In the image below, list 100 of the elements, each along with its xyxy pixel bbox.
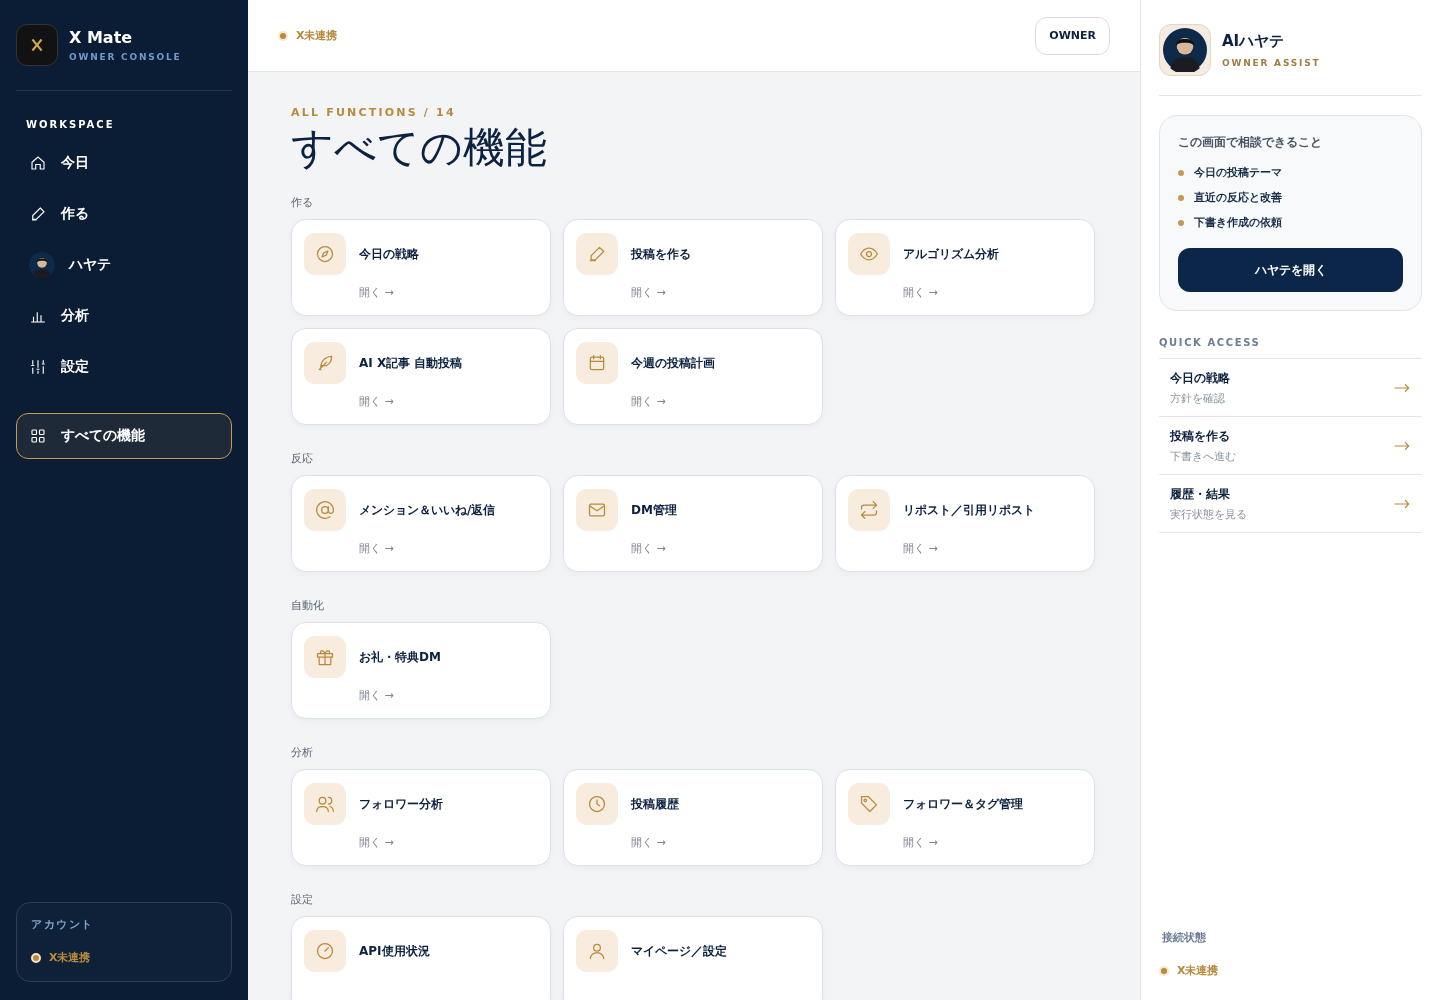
home-icon [29,154,47,172]
status-dot [278,30,288,41]
consult-heading: この画面で相談できること [1178,134,1323,151]
consult-item: 今日の投稿テーマ [1194,165,1282,180]
open-link[interactable]: 開く → [359,835,394,850]
assistant-name: AIハヤテ [1222,32,1286,51]
section-label: 分析 [291,745,314,759]
app-name: X Mate [69,28,134,47]
owner-button[interactable]: OWNER [1035,16,1110,55]
function-card[interactable]: 投稿を作る 開く → [563,219,823,316]
compass-icon [315,244,335,264]
eyebrow-label: ALL FUNCTIONS / 14 [291,106,457,119]
function-card[interactable]: DM管理 開く → [563,475,823,572]
status-dot [31,952,41,963]
function-card[interactable]: AI X記事 自動投稿 開く → [291,328,551,425]
function-card[interactable]: メンション＆いいね/返信 開く → [291,475,551,572]
section-label: 反応 [291,451,314,465]
function-card[interactable]: 今週の投稿計画 開く → [563,328,823,425]
card-title: AI X記事 自動投稿 [359,355,463,372]
card-title: 投稿履歴 [631,796,679,813]
pencil-icon [29,205,47,223]
card-title: 今週の投稿計画 [631,355,715,372]
users-icon [315,794,335,814]
function-card[interactable]: フォロワー＆タグ管理 開く → [835,769,1095,866]
gift-icon [315,647,335,667]
calendar-icon [587,353,607,373]
nav-item[interactable]: 設定 [16,344,232,390]
nav-item[interactable]: 今日 [16,140,232,186]
at-sign-icon [315,500,335,520]
open-link[interactable]: 開く → [903,541,938,556]
item-title: 今日の戦略 [1170,369,1230,387]
function-card[interactable]: アルゴリズム分析 開く → [835,219,1095,316]
open-link[interactable]: 開く → [359,541,394,556]
tag-icon [859,794,879,814]
section-heading: QUICK ACCESS [1159,337,1262,348]
function-card[interactable]: 今日の戦略 開く → [291,219,551,316]
quick-access-item[interactable]: 履歴・結果 実行状態を見る [1159,475,1422,533]
card-title: フォロワー分析 [359,796,443,813]
status-text: X未連携 [1177,963,1219,978]
sliders-icon [29,358,47,376]
function-card[interactable]: お礼・特典DM 開く → [291,622,551,719]
section-heading: WORKSPACE [25,119,116,130]
card-title: アルゴリズム分析 [903,246,999,263]
function-card[interactable]: API使用状況 [291,916,551,1000]
item-title: 投稿を作る [1170,427,1231,445]
nav-item[interactable]: ハヤテ [16,242,232,288]
quick-access-item[interactable]: 今日の戦略 方針を確認 [1159,359,1422,417]
function-card[interactable]: リポスト／引用リポスト 開く → [835,475,1095,572]
open-link[interactable]: 開く → [359,394,394,409]
status-text: X未連携 [296,28,338,43]
nav-item[interactable]: 分析 [16,293,232,339]
open-link[interactable]: 開く → [631,394,666,409]
open-link[interactable]: 開く → [903,835,938,850]
item-title: 履歴・結果 [1170,485,1231,503]
open-link[interactable]: 開く → [631,835,666,850]
card-title: お礼・特典DM [359,649,441,666]
grid-icon [29,427,47,445]
clock-icon [587,794,607,814]
bullet-dot [1178,169,1184,176]
function-card[interactable]: 投稿履歴 開く → [563,769,823,866]
connection-heading: 接続状態 [1161,930,1207,945]
card-title: API使用状況 [359,943,430,960]
item-subtitle: 下書きへ進む [1170,448,1236,464]
open-link[interactable]: 開く → [631,285,666,300]
section-label: 自動化 [291,598,325,612]
consult-item: 下書き作成の依頼 [1194,215,1282,230]
status-dot [1159,965,1169,976]
pencil-icon [587,244,607,264]
nav-item[interactable]: 作る [16,191,232,237]
card-title: DM管理 [631,502,677,519]
account-heading: アカウント [31,917,95,932]
bullet-dot [1178,194,1184,201]
gauge-icon [315,941,335,961]
section-label: 設定 [291,892,314,906]
card-title: フォロワー＆タグ管理 [903,796,1023,813]
function-card[interactable]: マイページ／設定 [563,916,823,1000]
open-link[interactable]: 開く → [903,285,938,300]
item-subtitle: 実行状態を見る [1170,506,1247,522]
page-title: すべての機能 [291,124,548,173]
app-subtitle: OWNER CONSOLE [69,52,182,62]
open-assistant-button[interactable]: ハヤテを開く [1178,248,1403,292]
card-title: リポスト／引用リポスト [903,502,1035,519]
nav-item[interactable]: すべての機能 [16,413,232,459]
avatar-icon [29,252,55,278]
item-subtitle: 方針を確認 [1170,390,1226,406]
open-link[interactable]: 開く → [359,285,394,300]
quick-access-item[interactable]: 投稿を作る 下書きへ進む [1159,417,1422,475]
card-title: メンション＆いいね/返信 [359,502,496,519]
assistant-subtitle: OWNER ASSIST [1222,58,1321,68]
card-title: 投稿を作る [631,246,691,263]
bullet-dot [1178,219,1184,226]
card-title: 今日の戦略 [359,246,419,263]
consult-item: 直近の反応と改善 [1194,190,1282,205]
user-icon [587,941,607,961]
open-link[interactable]: 開く → [631,541,666,556]
section-label: 作る [291,195,314,209]
card-title: マイページ／設定 [631,943,727,960]
function-card[interactable]: フォロワー分析 開く → [291,769,551,866]
open-link[interactable]: 開く → [359,688,394,703]
repeat-icon [859,500,879,520]
